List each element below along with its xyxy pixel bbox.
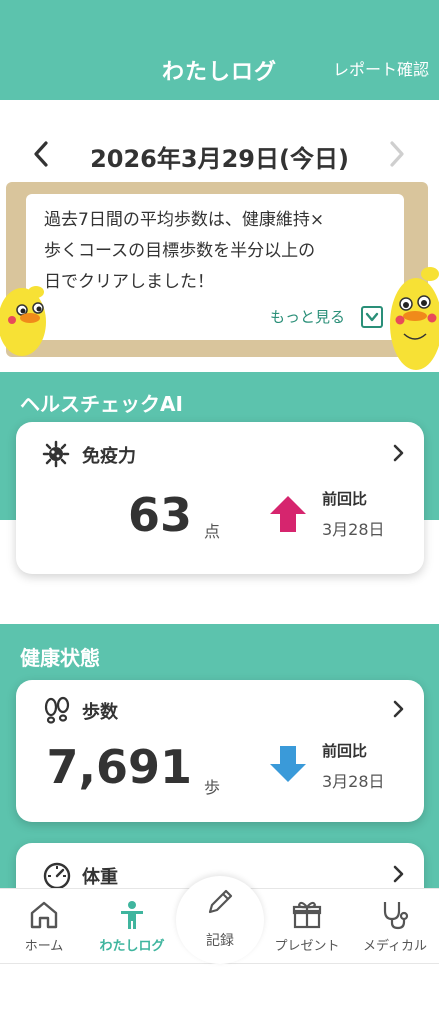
steps-card[interactable]: 歩数 7,691 歩 前回比 3月28日 bbox=[16, 680, 424, 822]
compare-date: 3月28日 bbox=[322, 520, 385, 539]
nav-record[interactable]: 記録 bbox=[176, 876, 264, 964]
current-date: 2026年3月29日(今日) bbox=[90, 145, 349, 173]
nav-present[interactable]: プレゼント bbox=[263, 889, 351, 965]
compare-label: 前回比 bbox=[322, 490, 368, 508]
immunity-unit: 点 bbox=[204, 522, 221, 541]
date-navigator: 2026年3月29日(今日) bbox=[0, 135, 439, 175]
virus-icon bbox=[42, 440, 70, 472]
nav-home[interactable]: ホーム bbox=[0, 889, 88, 965]
arrow-up-icon bbox=[268, 494, 308, 538]
nav-label: プレゼント bbox=[274, 939, 340, 954]
mascot-right-icon bbox=[384, 264, 439, 378]
steps-value: 7,691 bbox=[46, 740, 192, 794]
footprints-icon bbox=[42, 696, 72, 730]
chevron-right-icon[interactable] bbox=[390, 698, 406, 724]
app-header: わたしログ レポート確認 bbox=[0, 0, 439, 100]
nav-medical[interactable]: メディカル bbox=[351, 889, 439, 965]
report-link[interactable]: レポート確認 bbox=[333, 56, 429, 80]
stethoscope-icon bbox=[379, 899, 411, 935]
message-text: 過去7日間の平均歩数は、健康維持× 歩くコースの目標歩数を半分以上の 日でクリア… bbox=[44, 205, 384, 298]
message-line: 過去7日間の平均歩数は、健康維持× bbox=[44, 210, 325, 230]
message-line: 日でクリアしました！ bbox=[44, 272, 214, 292]
card-label: 免疫力 bbox=[82, 446, 136, 467]
compare-date: 3月28日 bbox=[322, 772, 385, 791]
card-label: 体重 bbox=[82, 867, 118, 888]
nav-mylog[interactable]: わたしログ bbox=[88, 889, 176, 965]
chevron-right-icon[interactable] bbox=[390, 863, 406, 889]
message-line: 歩くコースの目標歩数を半分以上の bbox=[44, 241, 316, 261]
nav-label: メディカル bbox=[362, 939, 428, 954]
compare-label: 前回比 bbox=[322, 742, 368, 760]
nav-label: 記録 bbox=[206, 933, 234, 949]
nav-label: ホーム bbox=[24, 939, 64, 954]
arrow-down-icon bbox=[268, 744, 308, 788]
person-icon bbox=[116, 899, 148, 935]
pencil-icon bbox=[204, 886, 236, 922]
chevron-right-icon[interactable] bbox=[390, 442, 406, 468]
immunity-value: 63 bbox=[127, 488, 192, 542]
gift-icon bbox=[291, 899, 323, 935]
mascot-left-icon bbox=[0, 280, 52, 364]
nav-label: わたしログ bbox=[99, 939, 165, 954]
section-title-health-check: ヘルスチェックAI bbox=[20, 392, 183, 416]
immunity-card[interactable]: 免疫力 63 点 前回比 3月28日 bbox=[16, 422, 424, 574]
section-title-health-status: 健康状態 bbox=[20, 646, 100, 670]
more-link[interactable]: もっと見る bbox=[270, 306, 345, 327]
home-icon bbox=[28, 899, 60, 935]
chevron-right-icon[interactable] bbox=[384, 139, 408, 173]
steps-unit: 歩 bbox=[204, 778, 221, 797]
expand-chevron-icon[interactable] bbox=[361, 306, 383, 328]
card-label: 歩数 bbox=[82, 702, 118, 723]
